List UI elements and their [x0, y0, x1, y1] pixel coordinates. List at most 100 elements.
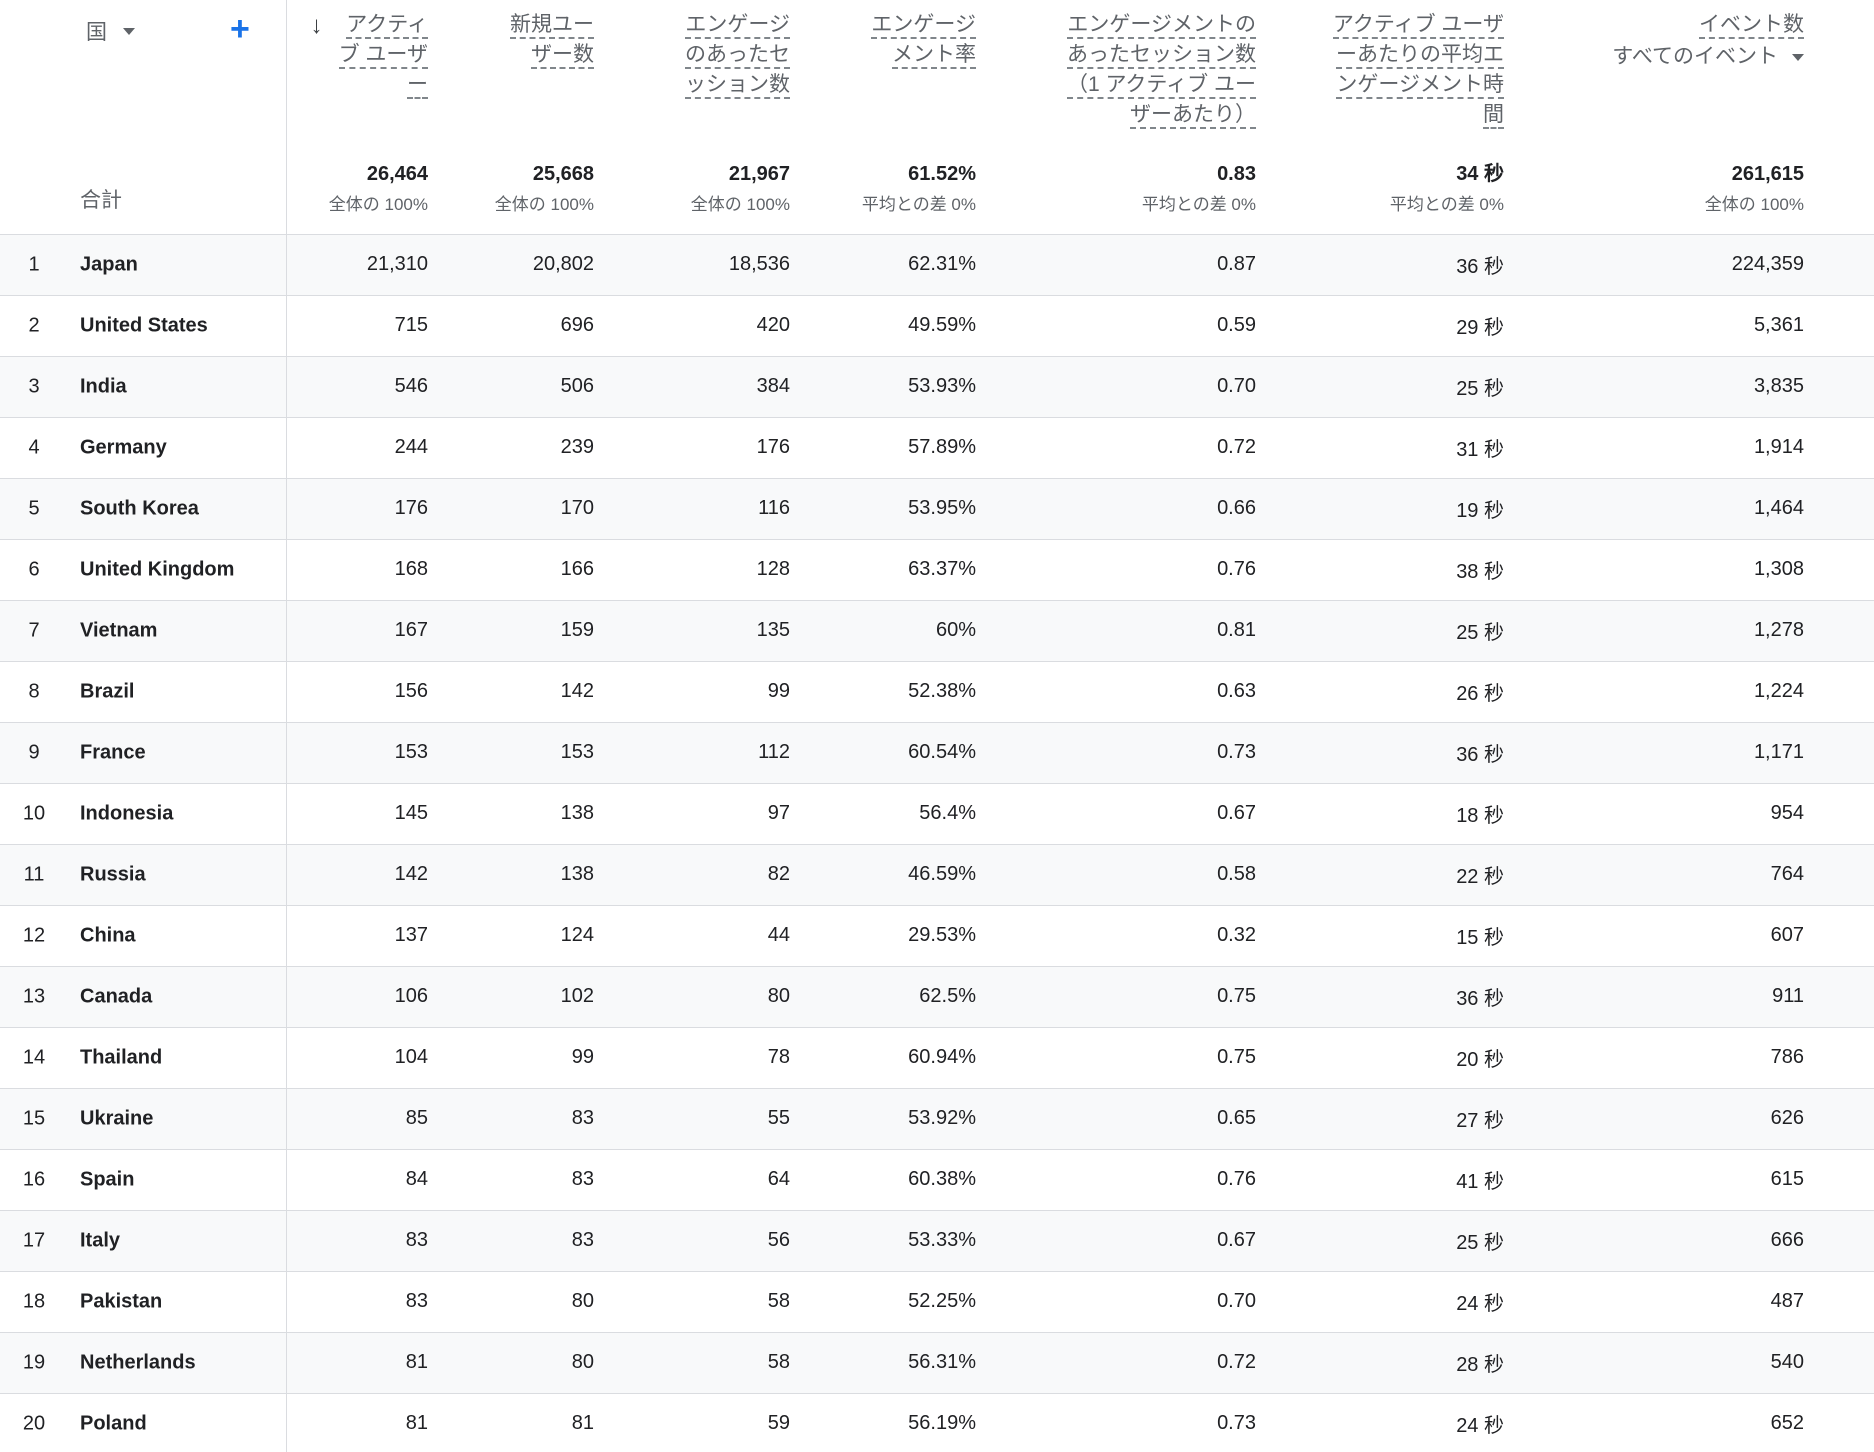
table-row: 6 United Kingdom 168 166 128 63.37% 0.76 38 秒 1,… [0, 539, 1874, 601]
dimension-cell: 18 Pakistan [0, 1271, 287, 1333]
totals-cell: 0.83 平均との差 0% [994, 150, 1274, 235]
country-name[interactable]: Germany [80, 436, 167, 459]
country-name[interactable]: Indonesia [80, 802, 173, 825]
row-rank: 15 [22, 1107, 46, 1129]
country-name[interactable]: Netherlands [80, 1351, 196, 1374]
metric-cell: 80 [446, 1271, 612, 1333]
plus-icon[interactable]: + [230, 12, 250, 46]
metric-cell: 607 [1522, 905, 1822, 967]
row-rank: 17 [22, 1229, 46, 1251]
table-row: 5 South Korea 176 170 116 53.95% 0.66 19 秒 1,464 [0, 478, 1874, 540]
metric-cell: 20 秒 [1274, 1027, 1522, 1089]
country-name[interactable]: Pakistan [80, 1290, 162, 1313]
metric-cell: 52.25% [808, 1271, 994, 1333]
country-name[interactable]: United States [80, 314, 208, 337]
row-rank: 3 [28, 375, 40, 397]
dimension-cell: 15 Ukraine [0, 1088, 287, 1150]
event-filter-dropdown[interactable]: すべてのイベント [1612, 42, 1804, 72]
country-name[interactable]: China [80, 924, 136, 947]
country-name[interactable]: Poland [80, 1412, 147, 1435]
dimension-selector[interactable]: 国 [86, 16, 135, 46]
metric-cell: 420 [612, 295, 808, 357]
dimension-cell: 6 United Kingdom [0, 539, 287, 601]
country-name[interactable]: Ukraine [80, 1107, 153, 1130]
metric-cell: 1,224 [1522, 661, 1822, 723]
metric-cell: 102 [446, 966, 612, 1028]
dimension-cell: 16 Spain [0, 1149, 287, 1211]
table-row: 20 Poland 81 81 59 56.19% 0.73 24 秒 652 [0, 1393, 1874, 1452]
metric-cell: 1,914 [1522, 417, 1822, 479]
metric-header-engaged-sessions[interactable]: エンゲージ のあったセ ッション数 [612, 0, 808, 150]
metric-header-label: アクティブ ユーザ ーあたりの平均エ ンゲージメント時 間 [1332, 10, 1504, 130]
country-name[interactable]: United Kingdom [80, 558, 234, 581]
metric-cell: 56.31% [808, 1332, 994, 1394]
table-row: 11 Russia 142 138 82 46.59% 0.58 22 秒 764 [0, 844, 1874, 906]
metric-cell: 62.31% [808, 234, 994, 296]
country-name[interactable]: Spain [80, 1168, 134, 1191]
table-row: 15 Ukraine 85 83 55 53.92% 0.65 27 秒 626 [0, 1088, 1874, 1150]
metric-cell: 97 [612, 783, 808, 845]
metric-cell: 26 秒 [1274, 661, 1522, 723]
metric-header-engagement-rate[interactable]: エンゲージ メント率 [808, 0, 994, 150]
metric-cell: 19 秒 [1274, 478, 1522, 540]
metric-cell: 31 秒 [1274, 417, 1522, 479]
dimension-cell: 12 China [0, 905, 287, 967]
metric-cell: 81 [286, 1332, 446, 1394]
dimension-cell: 14 Thailand [0, 1027, 287, 1089]
country-name[interactable]: Italy [80, 1229, 120, 1252]
metric-cell: 38 秒 [1274, 539, 1522, 601]
metric-cell: 15 秒 [1274, 905, 1522, 967]
metric-cell: 1,308 [1522, 539, 1822, 601]
row-spacer [1822, 1088, 1874, 1150]
row-rank: 16 [22, 1168, 46, 1190]
country-name[interactable]: South Korea [80, 497, 199, 520]
metric-cell: 145 [286, 783, 446, 845]
dimension-cell: 13 Canada [0, 966, 287, 1028]
row-rank: 5 [28, 497, 40, 519]
table-row: 7 Vietnam 167 159 135 60% 0.81 25 秒 1,278 [0, 600, 1874, 662]
country-name[interactable]: Brazil [80, 680, 134, 703]
table-row: 10 Indonesia 145 138 97 56.4% 0.67 18 秒 954 [0, 783, 1874, 845]
metric-cell: 62.5% [808, 966, 994, 1028]
metric-header-active-users[interactable]: ↓ アクティ ブ ユーザ ー [286, 0, 446, 150]
metric-header-avg-engagement-time[interactable]: アクティブ ユーザ ーあたりの平均エ ンゲージメント時 間 [1274, 0, 1522, 150]
country-name[interactable]: India [80, 375, 127, 398]
country-name[interactable]: France [80, 741, 146, 764]
metric-cell: 56.19% [808, 1393, 994, 1452]
metric-cell: 116 [612, 478, 808, 540]
country-name[interactable]: Russia [80, 863, 146, 886]
metric-cell: 25 秒 [1274, 1210, 1522, 1272]
metric-header-new-users[interactable]: 新規ユー ザー数 [446, 0, 612, 150]
metric-cell: 81 [446, 1393, 612, 1452]
metric-cell: 0.72 [994, 417, 1274, 479]
dimension-cell: 8 Brazil [0, 661, 287, 723]
metric-cell: 0.75 [994, 966, 1274, 1028]
totals-cell: 34 秒平均との差 0% [1274, 150, 1522, 235]
metric-cell: 99 [612, 661, 808, 723]
metric-cell: 27 秒 [1274, 1088, 1522, 1150]
metric-cell: 764 [1522, 844, 1822, 906]
country-name[interactable]: Canada [80, 985, 152, 1008]
metric-cell: 60.38% [808, 1149, 994, 1211]
table-row: 2 United States 715 696 420 49.59% 0.59 29 秒 5,3… [0, 295, 1874, 357]
country-name[interactable]: Thailand [80, 1046, 162, 1069]
metric-cell: 85 [286, 1088, 446, 1150]
metric-header-event-count[interactable]: イベント数 すべてのイベント [1522, 0, 1822, 150]
metric-cell: 0.87 [994, 234, 1274, 296]
arrow-down-icon[interactable]: ↓ [311, 12, 323, 40]
metric-header-engaged-sessions-per-user[interactable]: エンゲージメントの あったセッション数 （1 アクティブ ユー ザーあたり） [994, 0, 1274, 150]
header-spacer [1822, 0, 1874, 150]
metric-header-label: イベント数 すべてのイベント [1612, 10, 1804, 72]
row-spacer [1822, 234, 1874, 296]
country-name[interactable]: Japan [80, 253, 138, 276]
metric-cell: 0.76 [994, 539, 1274, 601]
metric-header-label: エンゲージメントの あったセッション数 （1 アクティブ ユー ザーあたり） [1066, 10, 1256, 130]
metric-cell: 55 [612, 1088, 808, 1150]
country-name[interactable]: Vietnam [80, 619, 157, 642]
metric-cell: 3,835 [1522, 356, 1822, 418]
metric-cell: 53.33% [808, 1210, 994, 1272]
metric-cell: 18,536 [612, 234, 808, 296]
caret-down-icon [1792, 53, 1804, 61]
metric-header-label: エンゲージ メント率 [871, 10, 976, 70]
dimension-cell: 7 Vietnam [0, 600, 287, 662]
